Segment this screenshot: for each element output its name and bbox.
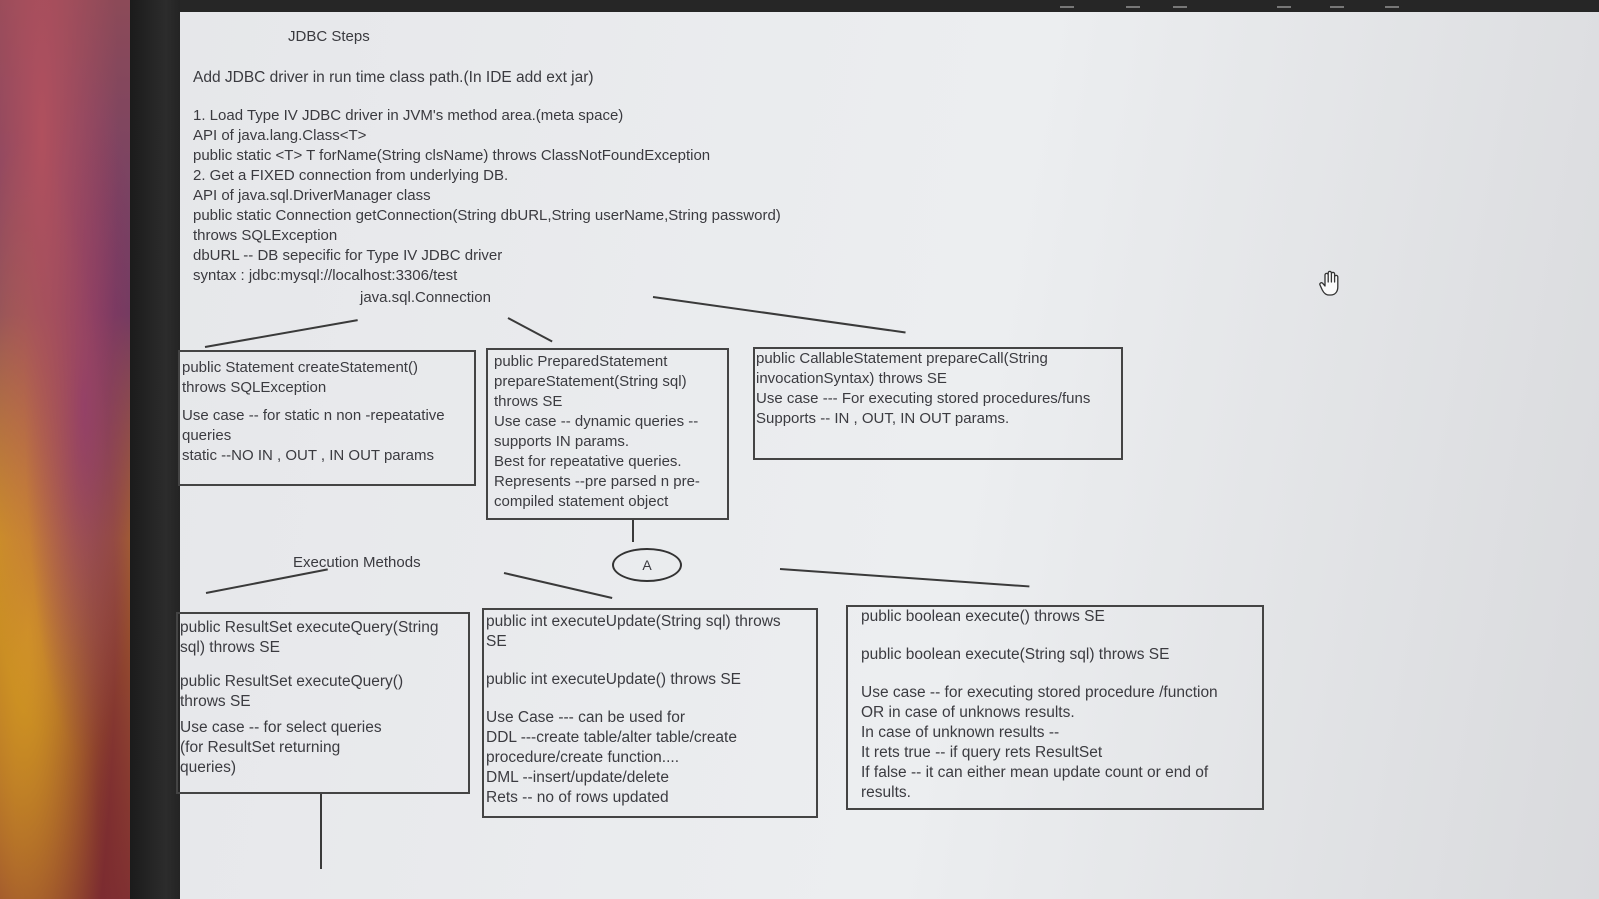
box-line: Best for repeatative queries. — [494, 453, 682, 470]
steps-block: 1. Load Type IV JDBC driver in JVM's met… — [193, 106, 781, 286]
box-line: In case of unknown results -- — [861, 724, 1060, 741]
box-line: procedure/create function.... — [486, 749, 680, 766]
toolbar-icon[interactable] — [1277, 0, 1291, 8]
connector-line — [779, 568, 1030, 588]
box-line: Supports -- IN , OUT, IN OUT params. — [756, 410, 1010, 427]
callable-statement-box: public CallableStatement prepareCall(Str… — [753, 347, 1123, 460]
step-line: public static <T> T forName(String clsNa… — [193, 147, 711, 164]
box-line: Use Case --- can be used for — [486, 709, 686, 726]
connector-line — [204, 319, 358, 348]
intro-text: Add JDBC driver in run time class path.(… — [193, 69, 594, 86]
toolbar-icon[interactable] — [1330, 0, 1344, 8]
step-line: public static Connection getConnection(S… — [193, 207, 781, 224]
execute-update-box: public int executeUpdate(String sql) thr… — [482, 608, 818, 818]
box-line: queries) — [180, 759, 236, 776]
box-line: Rets -- no of rows updated — [486, 789, 669, 806]
box-line: prepareStatement(String sql) — [494, 373, 687, 390]
step-line: dbURL -- DB sepecific for Type IV JDBC d… — [193, 247, 503, 264]
connector-line — [652, 296, 906, 334]
toolbar-icon[interactable] — [1126, 0, 1140, 8]
box-line: throws SQLException — [182, 379, 327, 396]
background-fabric — [0, 0, 140, 899]
statement-box: public Statement createStatement() throw… — [178, 350, 476, 486]
step-line: API of java.lang.Class<T> — [193, 127, 367, 144]
step-line: syntax : jdbc:mysql://localhost:3306/tes… — [193, 267, 458, 284]
box-line: public PreparedStatement — [494, 353, 668, 370]
box-line: If false -- it can either mean update co… — [861, 764, 1209, 781]
document-canvas: JDBC Steps Add JDBC driver in run time c… — [176, 12, 1599, 899]
box-line: public ResultSet executeQuery(String — [180, 619, 439, 636]
hand-pointer-icon — [1319, 270, 1339, 296]
box-line: queries — [182, 427, 232, 444]
step-line: throws SQLException — [193, 227, 338, 244]
box-line: invocationSyntax) throws SE — [756, 370, 947, 387]
toolbar-icon[interactable] — [1385, 0, 1399, 8]
execute-box: public boolean execute() throws SE publi… — [846, 605, 1264, 810]
box-line: It rets true -- if query rets ResultSet — [861, 744, 1103, 761]
box-line: (for ResultSet returning — [180, 739, 341, 756]
connector-line — [632, 520, 634, 542]
box-line: supports IN params. — [494, 433, 630, 450]
box-line: throws SE — [180, 693, 251, 710]
box-line: public int executeUpdate() throws SE — [486, 671, 742, 688]
box-line: Use case -- for select queries — [180, 719, 382, 736]
toolbar-icon[interactable] — [1060, 0, 1074, 8]
photo-of-monitor: JDBC Steps Add JDBC driver in run time c… — [0, 0, 1599, 899]
prepared-statement-box: public PreparedStatement prepareStatemen… — [486, 348, 729, 520]
box-line: DML --insert/update/delete — [486, 769, 669, 786]
box-line: static --NO IN , OUT , IN OUT params — [182, 447, 434, 464]
box-line: Use case -- dynamic queries -- — [494, 413, 699, 430]
box-line: Use case --- For executing stored proced… — [756, 390, 1091, 407]
box-line: public CallableStatement prepareCall(Str… — [756, 350, 1048, 367]
step-line: 1. Load Type IV JDBC driver in JVM's met… — [193, 107, 624, 124]
step-line: 2. Get a FIXED connection from underlyin… — [193, 167, 509, 184]
oval-marker: A — [612, 548, 682, 582]
box-line: sql) throws SE — [180, 639, 280, 656]
box-line: OR in case of unknows results. — [861, 704, 1075, 721]
execution-methods-label: Execution Methods — [293, 554, 421, 571]
step-line: API of java.sql.DriverManager class — [193, 187, 431, 204]
connector-line — [320, 794, 322, 869]
box-line: results. — [861, 784, 911, 801]
box-line: public boolean execute() throws SE — [861, 608, 1105, 625]
box-line: DDL ---create table/alter table/create — [486, 729, 737, 746]
box-line: public int executeUpdate(String sql) thr… — [486, 613, 781, 630]
box-line: Use case -- for executing stored procedu… — [861, 684, 1218, 701]
box-line: Represents --pre parsed n pre- — [494, 473, 700, 490]
page-title: JDBC Steps — [288, 28, 370, 45]
connector-line — [205, 568, 328, 594]
connection-label: java.sql.Connection — [360, 289, 491, 306]
box-line: Use case -- for static n non -repeatativ… — [182, 407, 445, 424]
box-line: public Statement createStatement() — [182, 359, 418, 376]
box-line: SE — [486, 633, 507, 650]
box-line: throws SE — [494, 393, 563, 410]
connector-line — [507, 317, 553, 343]
box-line: public ResultSet executeQuery() — [180, 673, 404, 690]
toolbar-icon[interactable] — [1173, 0, 1187, 8]
box-line: compiled statement object — [494, 493, 669, 510]
box-line: public boolean execute(String sql) throw… — [861, 646, 1170, 663]
connector-line — [503, 572, 613, 599]
execute-query-box: public ResultSet executeQuery(String sql… — [176, 612, 470, 794]
